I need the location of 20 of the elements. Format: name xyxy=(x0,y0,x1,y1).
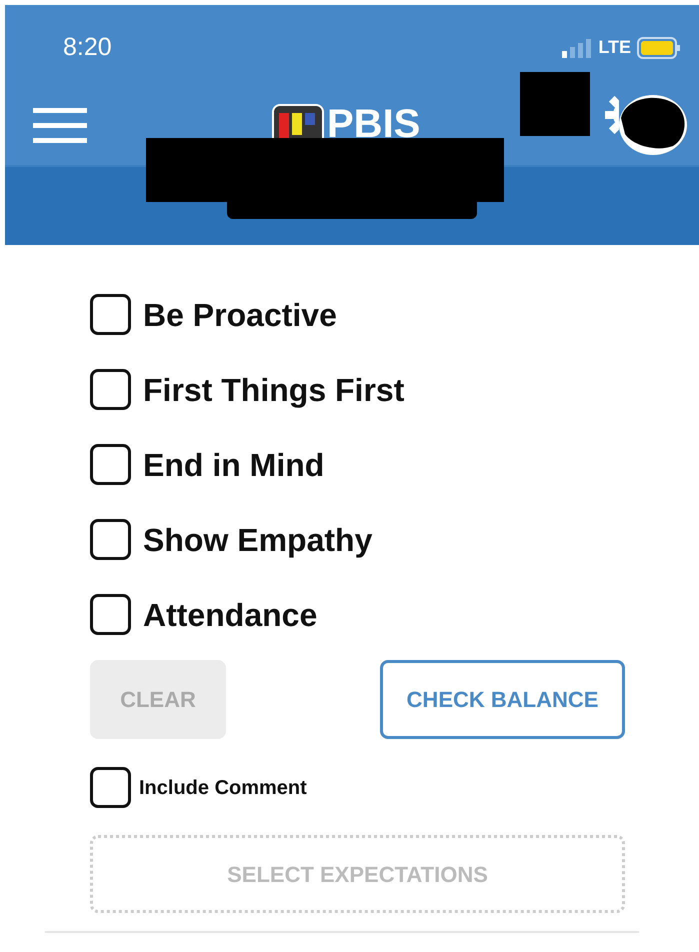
signal-icon xyxy=(562,38,592,58)
checkbox[interactable] xyxy=(90,767,131,808)
checkbox[interactable] xyxy=(90,519,131,560)
checkbox-label: Include Comment xyxy=(139,776,307,800)
checkbox-label: First Things First xyxy=(143,370,404,410)
check-balance-button[interactable]: CHECK BALANCE xyxy=(380,660,625,739)
checkbox[interactable] xyxy=(90,369,131,410)
checkbox-label: Attendance xyxy=(143,596,318,634)
checkbox[interactable] xyxy=(90,444,131,485)
menu-icon[interactable] xyxy=(33,107,87,143)
checkbox-label: Be Proactive xyxy=(143,296,337,334)
logo-text: PBIS xyxy=(327,104,420,144)
status-time: 8:20 xyxy=(63,32,112,63)
network-label: LTE xyxy=(598,36,631,59)
redaction-block xyxy=(520,72,590,136)
battery-icon xyxy=(637,36,681,58)
checkbox[interactable] xyxy=(90,294,131,335)
checkbox-label: End in Mind xyxy=(143,446,324,484)
checkbox-label: Show Empathy xyxy=(143,520,372,560)
checkbox[interactable] xyxy=(90,594,131,635)
